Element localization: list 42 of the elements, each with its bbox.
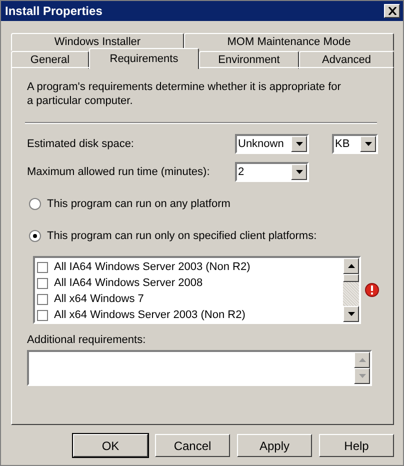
additional-requirements-field[interactable] [27, 350, 372, 386]
radio-label: This program can run on any platform [47, 198, 230, 210]
unit-dropdown[interactable]: KB [332, 134, 378, 154]
tab[interactable]: MOM Maintenance Mode [184, 33, 394, 51]
dialog-button[interactable]: Help [319, 434, 394, 457]
scroll-down-icon [358, 374, 366, 378]
radio-button[interactable] [29, 230, 41, 242]
radio-label: This program can run only on specified client platforms: [47, 230, 317, 242]
dialog-button[interactable]: OK [73, 434, 148, 457]
tab[interactable]: General [11, 51, 89, 69]
close-icon [388, 7, 396, 15]
window-title: Install Properties [5, 4, 102, 18]
caret-icon [296, 170, 302, 174]
dialog-button[interactable]: Apply [237, 434, 312, 457]
checkbox[interactable] [37, 278, 48, 288]
scroll-down-icon[interactable] [348, 312, 354, 316]
tab[interactable]: Requirements [89, 48, 199, 69]
tab[interactable]: Advanced [299, 51, 394, 69]
platform-label: All IA64 Windows Server 2003 (Non R2) [54, 261, 250, 273]
checkbox[interactable] [37, 310, 48, 320]
platform-label: All x64 Windows Server 2003 (Non R2) [54, 309, 246, 321]
scroll-up-icon [358, 358, 366, 362]
checkbox[interactable] [37, 262, 48, 272]
run-time-dropdown[interactable]: 2 [235, 162, 309, 182]
error-icon [365, 283, 379, 297]
platform-label: All x64 Windows 7 [54, 293, 144, 305]
radio-button[interactable] [29, 198, 41, 210]
disk-space-label: Estimated disk space: [27, 138, 135, 150]
scrollbar[interactable] [343, 258, 359, 322]
close-button[interactable] [384, 4, 400, 18]
checkbox[interactable] [37, 294, 48, 304]
platform-label: All IA64 Windows Server 2008 [54, 277, 203, 289]
dialog-button[interactable]: Cancel [155, 434, 230, 457]
tab[interactable]: Environment [199, 51, 299, 69]
scroll-up-icon[interactable] [348, 264, 354, 268]
run-time-label: Maximum allowed run time (minutes): [27, 166, 211, 178]
tab[interactable]: Windows Installer [11, 33, 184, 51]
disk-space-dropdown[interactable]: Unknown [235, 134, 309, 154]
caret-icon [296, 142, 302, 146]
additional-requirements-label: Additional requirements: [27, 334, 147, 346]
description-text: A program's requirements determine whether it is appropriate for a particular computer. [27, 80, 342, 108]
caret-icon [364, 142, 372, 146]
